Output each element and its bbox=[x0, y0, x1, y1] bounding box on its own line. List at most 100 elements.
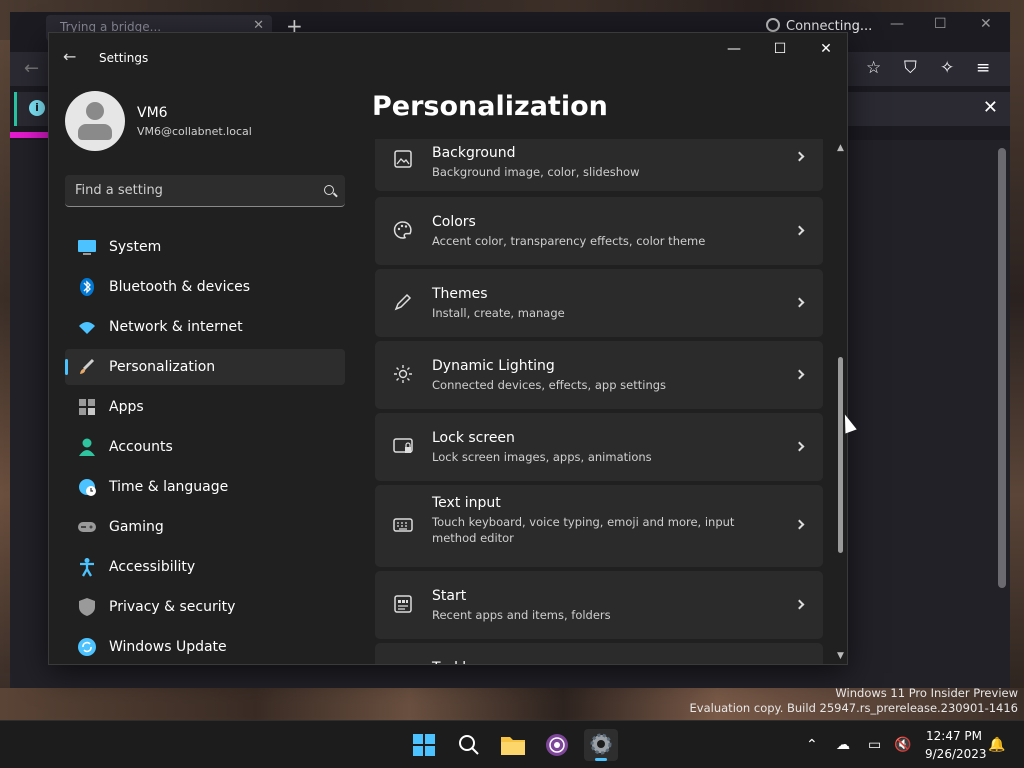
chevron-right-icon bbox=[794, 369, 805, 380]
notification-bell-icon[interactable]: 🔔 bbox=[988, 737, 1005, 753]
card-title: Background bbox=[432, 145, 516, 161]
person-icon bbox=[77, 437, 97, 457]
scroll-down-icon[interactable]: ▼ bbox=[837, 651, 844, 661]
tray-chevron-icon[interactable]: ⌃ bbox=[806, 737, 818, 753]
settings-app-button[interactable] bbox=[584, 729, 618, 761]
settings-card-dynamic-lighting[interactable]: Dynamic Lighting Connected devices, effe… bbox=[375, 341, 823, 409]
close-button[interactable]: ✕ bbox=[803, 41, 847, 61]
browser-scrollbar[interactable] bbox=[998, 148, 1006, 588]
new-identity-icon[interactable]: ✧ bbox=[940, 58, 954, 78]
tor-browser-button[interactable] bbox=[540, 729, 574, 761]
sidebar-item-personalization[interactable]: Personalization bbox=[65, 349, 345, 385]
bookmark-star-icon[interactable]: ☆ bbox=[866, 58, 881, 78]
info-close-icon[interactable]: ✕ bbox=[983, 97, 998, 118]
settings-window: ← Settings — ☐ ✕ VM6 VM6@collabnet.local… bbox=[48, 32, 848, 665]
sidebar-item-label: Apps bbox=[109, 399, 144, 415]
chevron-right-icon bbox=[794, 519, 805, 530]
sidebar-item-network-internet[interactable]: Network & internet bbox=[65, 309, 345, 345]
window-title: Settings bbox=[99, 51, 149, 65]
bluetooth-icon bbox=[77, 277, 97, 297]
sidebar-item-label: Accessibility bbox=[109, 559, 196, 575]
title-bar: ← Settings — ☐ ✕ bbox=[49, 33, 847, 83]
onedrive-icon[interactable]: ☁ bbox=[836, 737, 850, 753]
card-title: Lock screen bbox=[432, 430, 515, 446]
settings-card-taskbar[interactable]: Taskbar bbox=[375, 643, 823, 664]
network-icon[interactable]: ▭ bbox=[868, 737, 881, 753]
settings-card-themes[interactable]: Themes Install, create, manage bbox=[375, 269, 823, 337]
sidebar-item-gaming[interactable]: Gaming bbox=[65, 509, 345, 545]
card-title: Start bbox=[432, 588, 467, 604]
background-video-right bbox=[1008, 40, 1024, 690]
palette-icon bbox=[393, 220, 413, 240]
lock-screen-icon bbox=[393, 436, 413, 456]
maximize-button[interactable]: ☐ bbox=[757, 41, 803, 61]
light-icon bbox=[393, 364, 413, 384]
sidebar-item-bluetooth-devices[interactable]: Bluetooth & devices bbox=[65, 269, 345, 305]
search-box[interactable]: Find a setting bbox=[65, 175, 345, 207]
chevron-right-icon bbox=[794, 599, 805, 610]
sidebar-item-label: Network & internet bbox=[109, 319, 243, 335]
card-title: Text input bbox=[432, 495, 501, 511]
sidebar-item-label: Time & language bbox=[109, 479, 229, 495]
scroll-up-icon[interactable]: ▲ bbox=[837, 143, 844, 153]
sidebar-item-accounts[interactable]: Accounts bbox=[65, 429, 345, 465]
chevron-right-icon bbox=[794, 225, 805, 236]
apps-icon bbox=[77, 397, 97, 417]
tab-close-icon[interactable]: ✕ bbox=[253, 18, 264, 33]
sidebar-item-label: Windows Update bbox=[109, 639, 227, 655]
settings-card-start[interactable]: Start Recent apps and items, folders bbox=[375, 571, 823, 639]
watermark-line-1: Windows 11 Pro Insider Preview bbox=[835, 686, 1018, 700]
browser-maximize-button[interactable]: ☐ bbox=[934, 16, 947, 32]
sidebar-item-label: System bbox=[109, 239, 162, 255]
globe-clock-icon bbox=[77, 477, 97, 497]
update-icon bbox=[77, 637, 97, 657]
back-button[interactable]: ← bbox=[63, 47, 76, 66]
page-title: Personalization bbox=[372, 91, 608, 122]
sidebar-item-privacy-security[interactable]: Privacy & security bbox=[65, 589, 345, 625]
sidebar-item-apps[interactable]: Apps bbox=[65, 389, 345, 425]
avatar-body bbox=[78, 124, 112, 140]
pen-icon bbox=[393, 292, 413, 312]
sidebar-item-label: Personalization bbox=[109, 359, 216, 375]
scrollbar-thumb[interactable] bbox=[838, 357, 843, 553]
settings-card-colors[interactable]: Colors Accent color, transparency effect… bbox=[375, 197, 823, 265]
gamepad-icon bbox=[77, 517, 97, 537]
shield-icon bbox=[77, 597, 97, 617]
sidebar-item-time-language[interactable]: Time & language bbox=[65, 469, 345, 505]
avatar[interactable] bbox=[65, 91, 125, 151]
sidebar-item-windows-update[interactable]: Windows Update bbox=[65, 629, 345, 664]
settings-card-text-input[interactable]: Text input Touch keyboard, voice typing,… bbox=[375, 485, 823, 567]
sidebar-item-label: Accounts bbox=[109, 439, 173, 455]
volume-muted-icon[interactable]: 🔇 bbox=[894, 737, 911, 753]
browser-close-button[interactable]: ✕ bbox=[980, 16, 992, 32]
chevron-right-icon bbox=[794, 151, 805, 162]
chevron-right-icon bbox=[794, 297, 805, 308]
settings-card-lock-screen[interactable]: Lock screen Lock screen images, apps, an… bbox=[375, 413, 823, 481]
shield-icon[interactable]: ⛉ bbox=[904, 58, 917, 78]
sidebar-item-accessibility[interactable]: Accessibility bbox=[65, 549, 345, 585]
sidebar-item-system[interactable]: System bbox=[65, 229, 345, 265]
clock-time[interactable]: 12:47 PM bbox=[926, 729, 982, 743]
browser-back-button[interactable]: ← bbox=[24, 58, 39, 79]
brush-icon bbox=[77, 357, 97, 377]
chevron-right-icon bbox=[794, 441, 805, 452]
search-input[interactable]: Find a setting bbox=[75, 183, 163, 198]
start-button[interactable] bbox=[407, 729, 441, 761]
scrollbar[interactable]: ▲ ▼ bbox=[837, 143, 845, 663]
browser-minimize-button[interactable]: — bbox=[890, 16, 904, 32]
gear-icon bbox=[590, 733, 612, 755]
file-explorer-button[interactable] bbox=[496, 729, 530, 761]
card-subtitle: Connected devices, effects, app settings bbox=[432, 378, 667, 392]
monitor-icon bbox=[77, 237, 97, 257]
clock-date[interactable]: 9/26/2023 bbox=[925, 747, 987, 761]
taskbar-search-button[interactable] bbox=[452, 729, 486, 761]
sidebar-item-label: Privacy & security bbox=[109, 599, 236, 615]
evaluation-watermark: Windows 11 Pro Insider Preview Evaluatio… bbox=[690, 686, 1018, 716]
settings-card-background[interactable]: Background Background image, color, slid… bbox=[375, 139, 823, 191]
card-subtitle: Recent apps and items, folders bbox=[432, 608, 611, 622]
keyboard-icon bbox=[393, 515, 413, 535]
search-icon bbox=[459, 735, 479, 755]
sidebar-item-label: Gaming bbox=[109, 519, 164, 535]
hamburger-menu-icon[interactable]: ≡ bbox=[976, 58, 990, 78]
minimize-button[interactable]: — bbox=[711, 41, 757, 61]
